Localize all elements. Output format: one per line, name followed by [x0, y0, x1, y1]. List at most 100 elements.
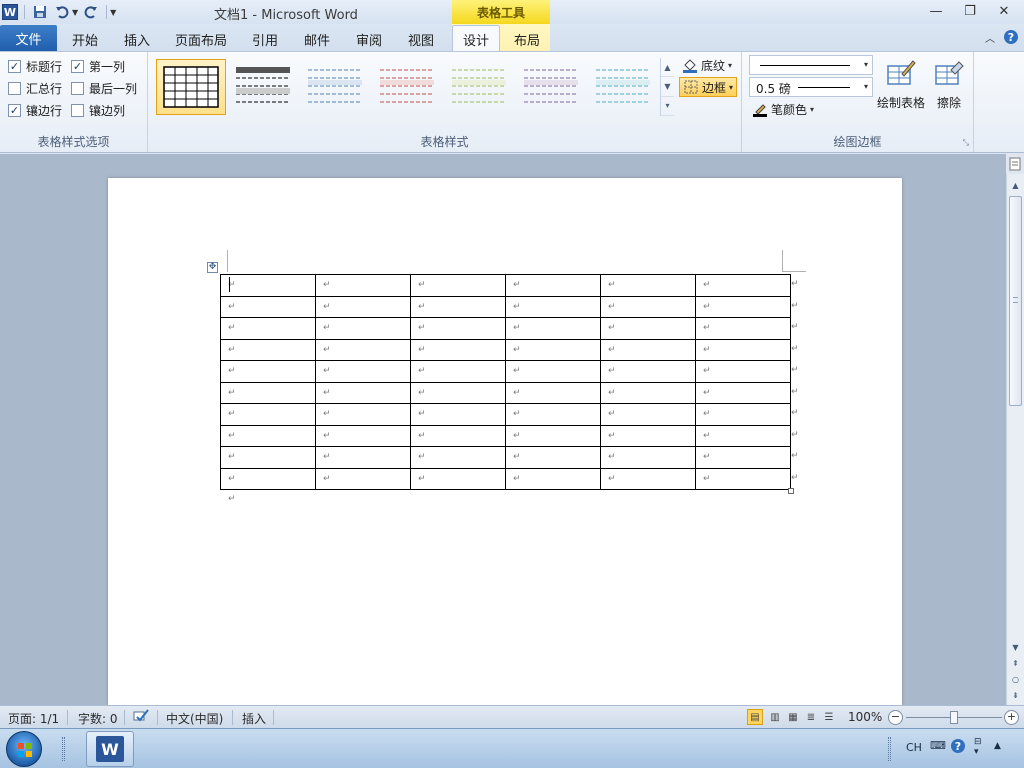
draft-view-icon[interactable]: ☰ [821, 709, 837, 725]
tab-review[interactable]: 审阅 [348, 28, 390, 50]
table-cell[interactable]: ↵ [695, 317, 791, 340]
table-cell[interactable]: ↵ [220, 360, 316, 383]
tab-file[interactable]: 文件 [0, 25, 57, 51]
zoom-out-icon[interactable]: − [888, 710, 903, 725]
table-cell[interactable]: ↵ [695, 360, 791, 383]
checkbox-icon[interactable]: ✓ [71, 60, 84, 73]
table-cell[interactable]: ↵ [410, 381, 506, 404]
scroll-up-icon[interactable]: ▲ [1007, 178, 1024, 192]
line-style-select[interactable]: ▾ [749, 55, 873, 75]
table-style-purple[interactable] [516, 59, 586, 115]
table-cell[interactable]: ↵ [695, 403, 791, 426]
vertical-scrollbar[interactable]: ▲ ▼ ⇞ ○ ⇟ [1006, 174, 1024, 705]
checkbox-icon[interactable] [8, 82, 21, 95]
outline-view-icon[interactable]: ≣ [803, 709, 819, 725]
undo-dropdown-icon[interactable]: ▼ [72, 8, 78, 17]
table-style-aqua[interactable] [588, 59, 658, 115]
table-cell[interactable]: ↵ [600, 274, 696, 297]
table-cell[interactable]: ↵ [410, 446, 506, 469]
option-banded-columns[interactable]: 镶边列 [71, 102, 125, 119]
table-cell[interactable]: ↵ [505, 403, 601, 426]
table-cell[interactable]: ↵ [600, 446, 696, 469]
table-cell[interactable]: ↵ [315, 274, 411, 297]
table-cell[interactable]: ↵ [220, 446, 316, 469]
table-cell[interactable]: ↵ [410, 360, 506, 383]
option-last-column[interactable]: 最后一列 [71, 80, 137, 97]
print-layout-view-icon[interactable]: ▤ [747, 709, 763, 725]
option-first-column[interactable]: ✓ 第一列 [71, 58, 125, 75]
table-cell[interactable]: ↵ [220, 381, 316, 404]
table-cell[interactable]: ↵ [220, 295, 316, 318]
draw-table-button[interactable]: 绘制表格 [876, 58, 926, 118]
eraser-button[interactable]: 擦除 [924, 58, 974, 118]
table-cell[interactable]: ↵ [220, 403, 316, 426]
table-cell[interactable]: ↵ [505, 467, 601, 490]
proofing-icon[interactable] [132, 708, 150, 727]
option-total-row[interactable]: 汇总行 [8, 80, 62, 97]
web-layout-icon[interactable]: ▦ [785, 709, 801, 725]
tab-home[interactable]: 开始 [64, 28, 106, 50]
redo-icon[interactable] [82, 3, 100, 21]
table-cell[interactable]: ↵ [220, 467, 316, 490]
line-weight-select[interactable]: 0.5 磅 ▾ [749, 77, 873, 97]
help-icon[interactable]: ? [950, 738, 966, 757]
zoom-slider-thumb[interactable] [950, 711, 958, 724]
pen-color-button[interactable]: 笔颜色 ▾ [749, 99, 817, 119]
full-screen-reading-icon[interactable]: ▥ [767, 709, 783, 725]
table-cell[interactable]: ↵ [410, 338, 506, 361]
table-cell[interactable]: ↵ [600, 295, 696, 318]
table-cell[interactable]: ↵ [695, 295, 791, 318]
options-icon[interactable]: ⊟ ▾ [974, 737, 982, 757]
help-icon[interactable]: ? [1002, 28, 1020, 46]
minimize-icon[interactable]: — [922, 2, 950, 20]
table-cell[interactable]: ↵ [600, 403, 696, 426]
dialog-launcher-icon[interactable]: ⤡ [963, 138, 969, 148]
table-cell[interactable]: ↵ [505, 295, 601, 318]
table-style-green[interactable] [444, 59, 514, 115]
borders-button[interactable]: 边框 ▾ [679, 77, 738, 97]
start-button[interactable] [6, 731, 42, 767]
checkbox-icon[interactable]: ✓ [8, 104, 21, 117]
table-cell[interactable]: ↵ [315, 360, 411, 383]
taskbar-word-button[interactable]: W [86, 731, 134, 767]
scroll-down-icon[interactable]: ▼ [1007, 640, 1024, 654]
table-style-light-shading[interactable] [228, 59, 298, 115]
next-page-icon[interactable]: ⇟ [1007, 688, 1024, 702]
option-banded-rows[interactable]: ✓ 镶边行 [8, 102, 62, 119]
tab-layout[interactable]: 布局 [506, 28, 548, 50]
table-style-blue[interactable] [300, 59, 370, 115]
show-hidden-icons-icon[interactable]: ▲ [994, 741, 1001, 751]
tab-design[interactable]: 设计 [452, 25, 500, 52]
tab-view[interactable]: 视图 [400, 28, 442, 50]
table-cell[interactable]: ↵ [505, 317, 601, 340]
insert-mode[interactable]: 插入 [242, 710, 266, 727]
tab-insert[interactable]: 插入 [116, 28, 158, 50]
table-cell[interactable]: ↵ [695, 424, 791, 447]
table-cell[interactable]: ↵ [410, 295, 506, 318]
option-header-row[interactable]: ✓ 标题行 [8, 58, 62, 75]
table-cell[interactable]: ↵ [505, 381, 601, 404]
shading-button[interactable]: 底纹 ▾ [679, 55, 735, 75]
gallery-down-icon[interactable]: ▼ [661, 77, 674, 97]
table-cell[interactable]: ↵ [315, 381, 411, 404]
tab-page-layout[interactable]: 页面布局 [170, 28, 232, 50]
table-cell[interactable]: ↵ [505, 274, 601, 297]
language-indicator[interactable]: 中文(中国) [166, 710, 223, 727]
table-cell[interactable]: ↵ [600, 317, 696, 340]
tab-references[interactable]: 引用 [244, 28, 286, 50]
table-cell[interactable]: ↵ [315, 467, 411, 490]
tab-mailings[interactable]: 邮件 [296, 28, 338, 50]
checkbox-icon[interactable] [71, 104, 84, 117]
table-cell[interactable]: ↵ [695, 381, 791, 404]
document-table[interactable]: ↵ ↵ ↵ ↵ ↵ ↵ ↵ ↵ ↵ ↵ ↵ ↵ ↵ ↵ ↵ ↵ ↵ ↵ ↵ ↵ ↵ ↵ ↵ ↵ ↵ ↵ ↵ ↵ ↵ ↵ ↵ ↵ ↵ ↵ ↵ ↵ ↵ ↵ ↵ ↵… [220, 274, 791, 490]
table-cell[interactable]: ↵ [315, 424, 411, 447]
scroll-thumb[interactable] [1009, 196, 1022, 406]
table-cell[interactable]: ↵ [315, 317, 411, 340]
table-cell[interactable]: ↵ [600, 424, 696, 447]
browse-object-icon[interactable]: ○ [1007, 672, 1024, 686]
table-cell[interactable]: ↵ [505, 360, 601, 383]
table-cell[interactable]: ↵ [410, 403, 506, 426]
previous-page-icon[interactable]: ⇞ [1007, 656, 1024, 670]
table-cell[interactable]: ↵ [600, 338, 696, 361]
table-style-grid[interactable] [156, 59, 226, 115]
